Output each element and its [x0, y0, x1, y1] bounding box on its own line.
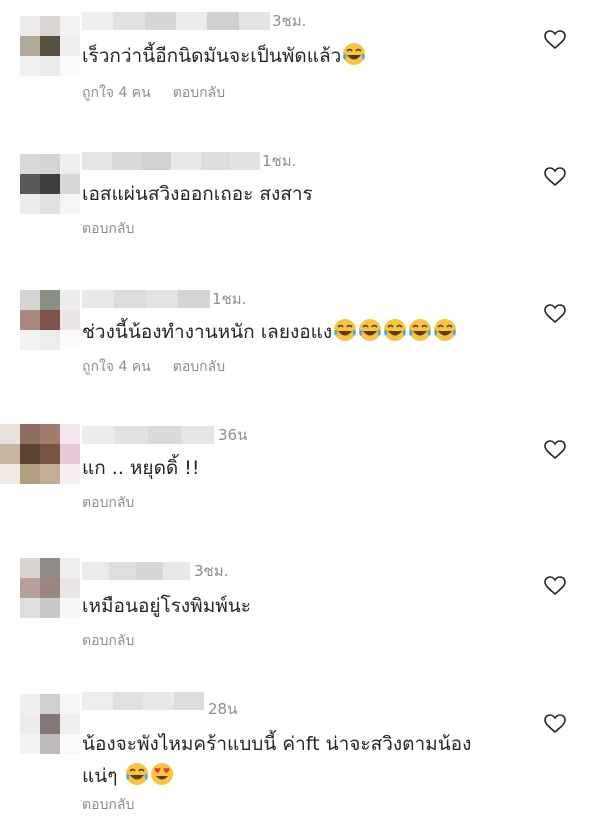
comment-meta: ตอบกลับ — [82, 494, 134, 512]
username-blurred[interactable] — [82, 562, 190, 580]
avatar[interactable] — [0, 424, 80, 484]
tears-of-joy-emoji — [125, 763, 148, 785]
comment-text-body-2: แน่ๆ — [82, 765, 118, 787]
reply-button[interactable]: ตอบกลับ — [173, 358, 225, 376]
tears-of-joy-emoji — [334, 319, 357, 341]
comment-text: เร็วกว่านี้อีกนิดมันจะเป็นพัดแล้ว — [82, 40, 522, 72]
likes-count[interactable]: ถูกใจ 4 คน — [82, 358, 151, 376]
reply-button[interactable]: ตอบกลับ — [82, 494, 134, 512]
heart-outline-icon[interactable] — [544, 576, 566, 596]
comment-2: 1ชม. เอสแผ่นสวิงออกเถอะ สงสาร ตอบกลับ — [0, 130, 600, 270]
tears-of-joy-emoji — [343, 43, 366, 65]
comment-text-body: เอสแผ่นสวิงออกเถอะ สงสาร — [82, 183, 313, 205]
heart-outline-icon[interactable] — [544, 167, 566, 187]
comment-text-body: แก .. หยุดดิ้ !! — [82, 457, 200, 479]
heart-eyes-emoji — [150, 763, 173, 785]
tears-of-joy-emoji — [434, 319, 457, 341]
comment-3: 1ชม. ช่วงนี้น้องทำงานหนัก เลยงอแง ถูกใจ … — [0, 270, 600, 404]
comment-meta: ตอบกลับ — [82, 796, 134, 814]
comment-text-body: เร็วกว่านี้อีกนิดมันจะเป็นพัดแล้ว — [82, 45, 342, 67]
username-blurred[interactable] — [82, 12, 270, 30]
username-blurred[interactable] — [82, 692, 204, 710]
comment-meta: ตอบกลับ — [82, 220, 134, 238]
comment-time: 3ชม. — [194, 562, 229, 580]
comment-text: ช่วงนี้น้องทำงานหนัก เลยงอแง — [82, 316, 582, 348]
heart-outline-icon[interactable] — [544, 30, 566, 50]
comment-6: 28น น้องจะพังไหมคร้าแบบนี้ ค่าft น่าจะสว… — [0, 676, 600, 822]
heart-outline-icon[interactable] — [544, 714, 566, 734]
comment-text: แก .. หยุดดิ้ !! — [82, 452, 522, 484]
tears-of-joy-emoji — [409, 319, 432, 341]
comment-time: 3ชม. — [272, 12, 307, 30]
comment-text-body: น้องจะพังไหมคร้าแบบนี้ ค่าft น่าจะสวิงตา… — [82, 733, 472, 755]
comment-text-body: เหมือนอยู่โรงพิมพ์นะ — [82, 595, 251, 617]
comment-text-line2: แน่ๆ — [82, 760, 542, 792]
reply-button[interactable]: ตอบกลับ — [82, 632, 134, 650]
avatar[interactable] — [20, 16, 80, 76]
reply-button[interactable]: ตอบกลับ — [173, 84, 225, 102]
avatar[interactable] — [20, 290, 80, 350]
tears-of-joy-emoji — [359, 319, 382, 341]
comment-time: 1ชม. — [212, 290, 247, 308]
comment-4: 36น แก .. หยุดดิ้ !! ตอบกลับ — [0, 404, 600, 540]
comment-text-body: ช่วงนี้น้องทำงานหนัก เลยงอแง — [82, 321, 333, 343]
avatar[interactable] — [20, 558, 80, 618]
comment-time: 28น — [208, 700, 238, 718]
reply-button[interactable]: ตอบกลับ — [82, 220, 134, 238]
tears-of-joy-emoji — [384, 319, 407, 341]
username-blurred[interactable] — [82, 152, 261, 170]
likes-count[interactable]: ถูกใจ 4 คน — [82, 84, 151, 102]
comment-time: 1ชม. — [262, 152, 297, 170]
username-blurred[interactable] — [82, 290, 210, 308]
avatar[interactable] — [20, 694, 80, 754]
comment-meta: ถูกใจ 4 คน ตอบกลับ — [82, 84, 225, 102]
heart-outline-icon[interactable] — [544, 440, 566, 460]
comment-text: น้องจะพังไหมคร้าแบบนี้ ค่าft น่าจะสวิงตา… — [82, 728, 542, 792]
username-blurred[interactable] — [82, 426, 214, 444]
heart-outline-icon[interactable] — [544, 304, 566, 324]
comment-5: 3ชม. เหมือนอยู่โรงพิมพ์นะ ตอบกลับ — [0, 540, 600, 676]
comment-meta: ตอบกลับ — [82, 632, 134, 650]
avatar[interactable] — [20, 154, 80, 214]
comment-time: 36น — [218, 426, 248, 444]
reply-button[interactable]: ตอบกลับ — [82, 796, 134, 814]
comment-text: เหมือนอยู่โรงพิมพ์นะ — [82, 590, 522, 622]
comment-text: เอสแผ่นสวิงออกเถอะ สงสาร — [82, 178, 522, 210]
comment-meta: ถูกใจ 4 คน ตอบกลับ — [82, 358, 225, 376]
comment-1: 3ชม. เร็วกว่านี้อีกนิดมันจะเป็นพัดแล้ว ถ… — [0, 0, 600, 130]
